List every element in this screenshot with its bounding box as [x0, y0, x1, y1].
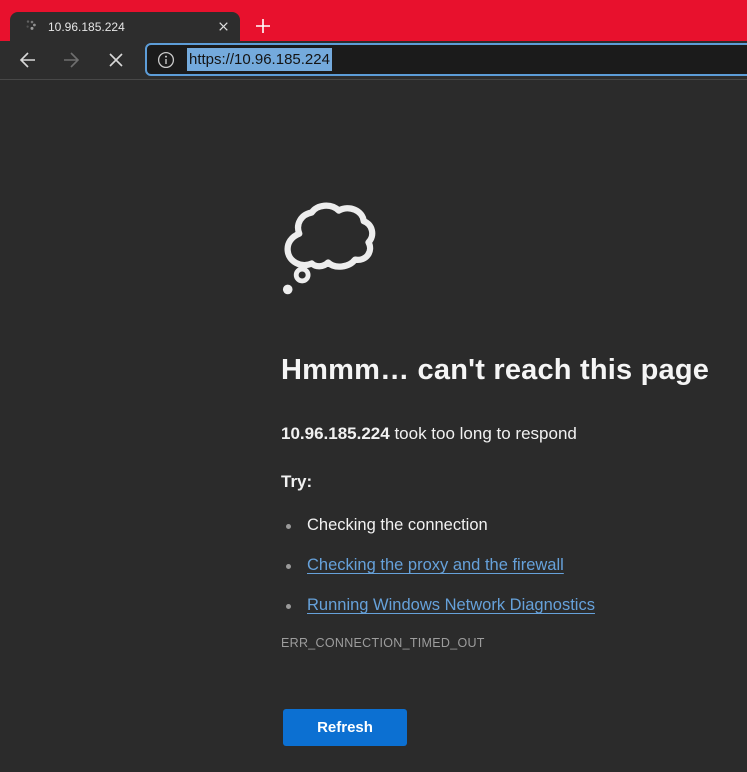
refresh-button[interactable]: Refresh	[283, 709, 407, 746]
bullet-icon	[286, 564, 291, 569]
tab-close-button[interactable]	[214, 17, 233, 36]
plus-icon	[255, 18, 271, 34]
window-titlebar: 10.96.185.224	[0, 0, 747, 41]
error-subtitle: 10.96.185.224 took too long to respond	[281, 424, 747, 444]
browser-toolbar: https://10.96.185.224	[0, 41, 747, 80]
bullet-icon	[286, 524, 291, 529]
try-label: Try:	[281, 472, 747, 492]
back-button[interactable]	[19, 51, 37, 69]
network-diagnostics-link[interactable]: Running Windows Network Diagnostics	[307, 596, 595, 615]
stop-button[interactable]	[107, 51, 125, 69]
list-item: Running Windows Network Diagnostics	[281, 596, 747, 618]
thought-bubble-icon	[281, 200, 381, 300]
error-page: Hmmm… can't reach this page 10.96.185.22…	[0, 80, 747, 746]
list-item: Checking the connection	[281, 516, 747, 538]
error-code: ERR_CONNECTION_TIMED_OUT	[281, 636, 747, 650]
tab-loading-spinner-icon	[23, 19, 39, 35]
error-host: 10.96.185.224	[281, 424, 390, 443]
error-title: Hmmm… can't reach this page	[281, 354, 747, 387]
proxy-firewall-link[interactable]: Checking the proxy and the firewall	[307, 556, 564, 575]
close-icon	[219, 22, 228, 31]
browser-tab[interactable]: 10.96.185.224	[10, 12, 240, 41]
address-bar[interactable]: https://10.96.185.224	[145, 43, 747, 76]
list-item: Checking the proxy and the firewall	[281, 556, 747, 578]
error-subtitle-rest: took too long to respond	[390, 424, 577, 443]
suggestion-list: Checking the connection Checking the pro…	[281, 516, 747, 618]
new-tab-button[interactable]	[250, 13, 276, 39]
bullet-icon	[286, 604, 291, 609]
address-input[interactable]: https://10.96.185.224	[187, 48, 332, 71]
site-info-icon[interactable]	[157, 51, 175, 69]
forward-button[interactable]	[62, 51, 80, 69]
suggestion-text: Checking the connection	[307, 516, 488, 535]
tab-title: 10.96.185.224	[48, 20, 214, 34]
